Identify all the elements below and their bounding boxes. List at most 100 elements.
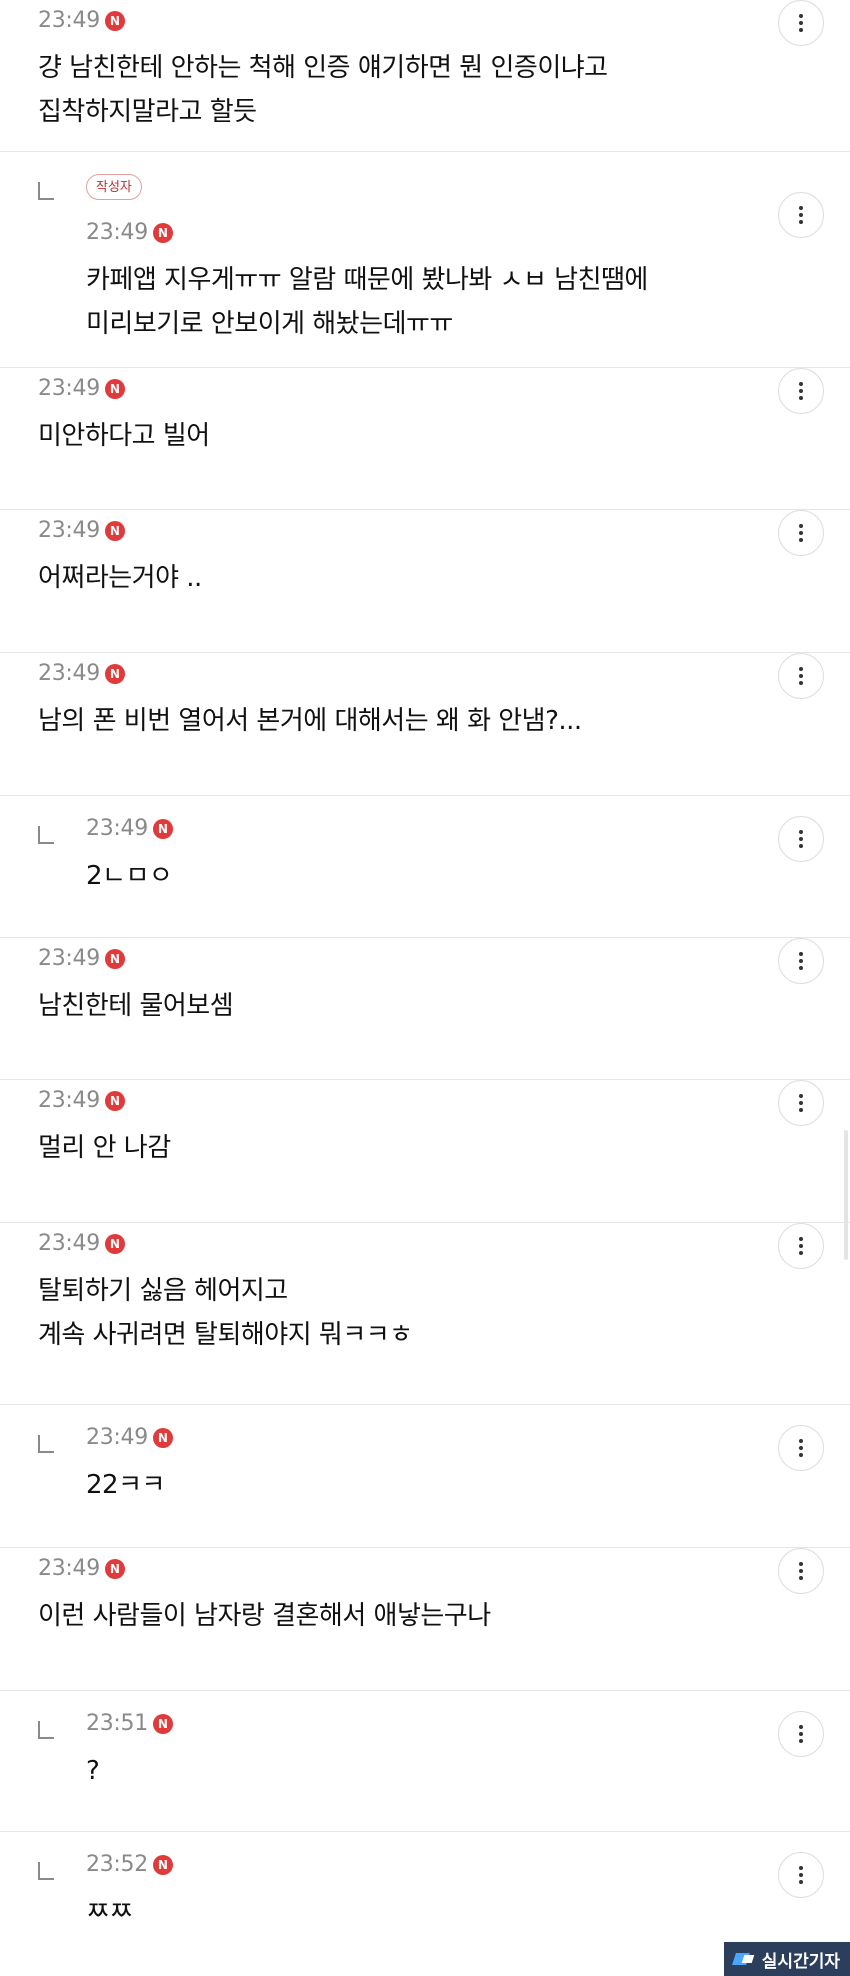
reply-comment: 23:49 N 22ㅋㅋ: [0, 1405, 850, 1548]
comment-meta: 23:49 N: [38, 518, 125, 543]
new-badge: N: [104, 948, 125, 969]
comment-meta: 23:49 N: [38, 946, 125, 971]
comment-text: 이런 사람들이 남자랑 결혼해서 애낳는구나: [38, 1601, 491, 1631]
comment-text: 미안하다고 빌어: [38, 421, 210, 451]
comment-meta: 23:49 N: [86, 1425, 173, 1450]
watermark-logo-icon: [734, 1951, 756, 1967]
new-badge: N: [152, 1854, 173, 1875]
more-options-button[interactable]: [778, 1711, 824, 1757]
more-vertical-icon: [799, 206, 803, 224]
reply-arrow-icon: [38, 1721, 54, 1739]
new-badge: N: [104, 378, 125, 399]
comment-meta: 23:49 N: [38, 1231, 125, 1256]
more-vertical-icon: [799, 1237, 803, 1255]
more-options-button[interactable]: [778, 816, 824, 862]
scrollbar[interactable]: [844, 1130, 848, 1260]
timestamp: 23:49: [38, 1088, 100, 1113]
new-badge: N: [104, 1090, 125, 1111]
timestamp: 23:52: [86, 1852, 148, 1877]
comment-item: 23:49 N 이런 사람들이 남자랑 결혼해서 애낳는구나: [0, 1548, 850, 1691]
timestamp: 23:49: [38, 518, 100, 543]
comment-text: 걍 남친한테 안하는 척해 인증 얘기하면 뭔 인증이냐고 집착하지말라고 할듯: [38, 53, 608, 127]
more-options-button[interactable]: [778, 0, 824, 46]
comment-meta: 23:49 N: [86, 816, 173, 841]
reply-arrow-icon: [38, 1862, 54, 1880]
watermark-text: 실시간기자: [761, 1951, 840, 1972]
timestamp: 23:49: [86, 220, 148, 245]
more-vertical-icon: [799, 1562, 803, 1580]
new-badge: N: [152, 1713, 173, 1734]
more-vertical-icon: [799, 667, 803, 685]
timestamp: 23:49: [38, 1556, 100, 1581]
more-options-button[interactable]: [778, 1080, 824, 1126]
more-options-button[interactable]: [778, 1425, 824, 1471]
comment-item: 23:49 N 멀리 안 나감: [0, 1080, 850, 1223]
watermark: 실시간기자: [723, 1942, 850, 1976]
comment-meta: 23:49 N: [86, 220, 173, 245]
more-options-button[interactable]: [778, 938, 824, 984]
reply-arrow-icon: [38, 182, 54, 200]
comment-text: ?: [86, 1756, 100, 1786]
more-options-button[interactable]: [778, 510, 824, 556]
comment-meta: 23:49 N: [38, 8, 125, 33]
comment-text: 2ㄴㅁㅇ: [86, 861, 173, 891]
comment-meta: 23:49 N: [38, 1556, 125, 1581]
new-badge: N: [104, 520, 125, 541]
timestamp: 23:49: [38, 376, 100, 401]
reply-arrow-icon: [38, 1435, 54, 1453]
new-badge: N: [104, 10, 125, 31]
comment-item: 23:49 N 남의 폰 비번 열어서 본거에 대해서는 왜 화 안냄?...: [0, 653, 850, 796]
reply-arrow-icon: [38, 826, 54, 844]
more-options-button[interactable]: [778, 192, 824, 238]
reply-comment: 23:52 N ㅉㅉ: [0, 1832, 850, 1976]
comment-text: ㅉㅉ: [86, 1897, 133, 1927]
more-options-button[interactable]: [778, 368, 824, 414]
more-options-button[interactable]: [778, 1852, 824, 1898]
comment-text: 22ㅋㅋ: [86, 1470, 165, 1500]
more-vertical-icon: [799, 830, 803, 848]
comment-meta: 23:49 N: [38, 661, 125, 686]
comment-item: 23:49 N 미안하다고 빌어: [0, 368, 850, 510]
timestamp: 23:49: [86, 816, 148, 841]
new-badge: N: [152, 222, 173, 243]
new-badge: N: [152, 818, 173, 839]
more-options-button[interactable]: [778, 653, 824, 699]
more-vertical-icon: [799, 1725, 803, 1743]
more-vertical-icon: [799, 952, 803, 970]
comment-meta: 23:49 N: [38, 1088, 125, 1113]
new-badge: N: [152, 1427, 173, 1448]
more-vertical-icon: [799, 1439, 803, 1457]
comment-item: 23:49 N 탈퇴하기 싫음 헤어지고 계속 사귀려면 탈퇴해야지 뭐ㅋㅋㅎ: [0, 1223, 850, 1405]
reply-comment: 23:51 N?: [0, 1691, 850, 1832]
comment-meta: 23:51 N: [86, 1711, 173, 1736]
new-badge: N: [104, 663, 125, 684]
reply-comment: 23:49 N 2ㄴㅁㅇ: [0, 796, 850, 938]
new-badge: N: [104, 1558, 125, 1579]
comment-text: 남친한테 물어보셈: [38, 991, 234, 1021]
comment-text: 남의 폰 비번 열어서 본거에 대해서는 왜 화 안냄?...: [38, 706, 582, 736]
comment-text: 멀리 안 나감: [38, 1133, 171, 1163]
comment-meta: 23:52 N: [86, 1852, 173, 1877]
new-badge: N: [104, 1233, 125, 1254]
comment-item: 23:49 N 남친한테 물어보셈: [0, 938, 850, 1080]
timestamp: 23:49: [38, 946, 100, 971]
timestamp: 23:51: [86, 1711, 148, 1736]
comment-meta: 23:49 N: [38, 376, 125, 401]
more-vertical-icon: [799, 1866, 803, 1884]
comment-text: 탈퇴하기 싫음 헤어지고 계속 사귀려면 탈퇴해야지 뭐ㅋㅋㅎ: [38, 1276, 413, 1350]
reply-comment: 작성자 23:49 N 카페앱 지우게ㅠㅠ 알람 때문에 봤나봐 ㅅㅂ 남친땜에 미리…: [0, 152, 850, 368]
author-badge: 작성자: [86, 174, 142, 200]
timestamp: 23:49: [38, 8, 100, 33]
more-vertical-icon: [799, 382, 803, 400]
timestamp: 23:49: [38, 661, 100, 686]
more-options-button[interactable]: [778, 1548, 824, 1594]
more-options-button[interactable]: [778, 1223, 824, 1269]
comment-item: 23:49 N 걍 남친한테 안하는 척해 인증 얘기하면 뭔 인증이냐고 집착하지…: [0, 0, 850, 152]
comment-text: 어쩌라는거야 ..: [38, 563, 202, 593]
comment-text: 카페앱 지우게ㅠㅠ 알람 때문에 봤나봐 ㅅㅂ 남친땜에 미리보기로 안보이게 …: [86, 265, 648, 339]
more-vertical-icon: [799, 14, 803, 32]
timestamp: 23:49: [86, 1425, 148, 1450]
timestamp: 23:49: [38, 1231, 100, 1256]
more-vertical-icon: [799, 524, 803, 542]
comment-item: 23:49 N 어쩌라는거야 ..: [0, 510, 850, 653]
